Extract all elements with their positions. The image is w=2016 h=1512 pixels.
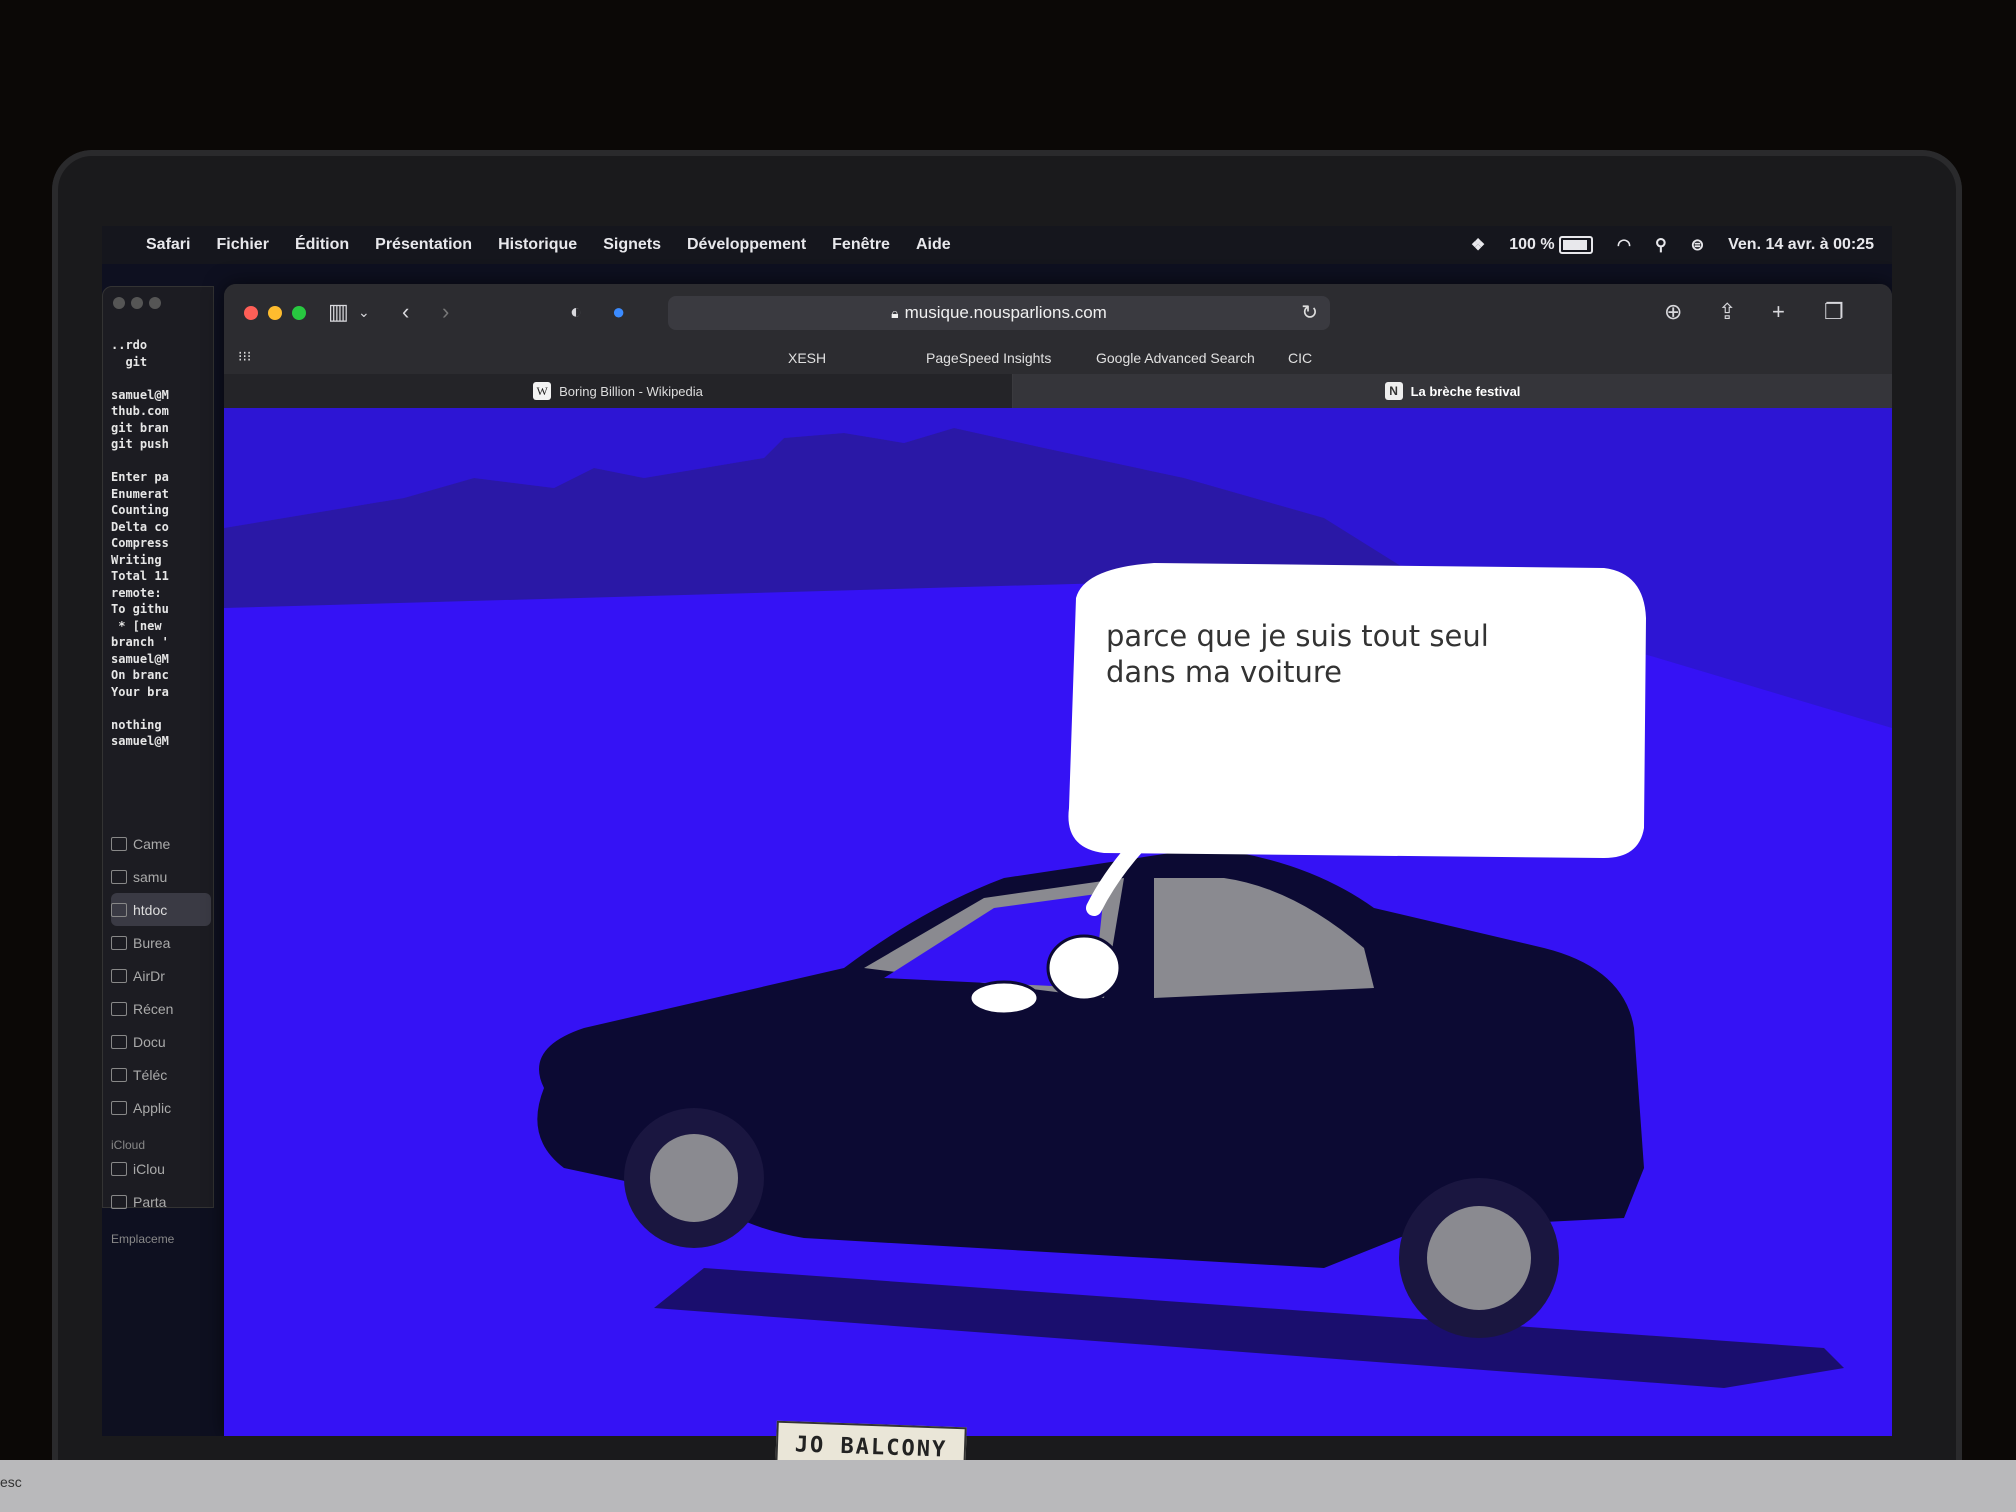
battery-icon — [1559, 235, 1594, 254]
grid-icon[interactable]: ⁝⁝⁝ — [238, 348, 251, 365]
traffic-lights — [244, 306, 306, 320]
finder-item[interactable]: Burea — [111, 926, 211, 959]
shared-folder-icon — [111, 1194, 127, 1209]
reload-icon[interactable]: ↻ — [1301, 300, 1318, 325]
tab-label: La brèche festival — [1410, 383, 1521, 399]
esc-key[interactable]: esc — [0, 1474, 22, 1490]
rear-hubcap — [1427, 1206, 1531, 1310]
speech-bubble — [1068, 563, 1646, 858]
speech-text: parce que je suis tout seul dans ma voit… — [1106, 618, 1526, 690]
menu-aide[interactable]: Aide — [916, 236, 951, 254]
document-icon — [111, 1034, 127, 1049]
share-icon[interactable]: ⇪ — [1718, 300, 1736, 324]
menu-safari[interactable]: Safari — [146, 236, 190, 254]
notion-icon: N — [1384, 382, 1403, 400]
background-terminal-window[interactable]: ..rdo git samuel@M thub.com git bran git… — [102, 286, 214, 1246]
battery-percent: 100 % — [1509, 236, 1555, 254]
window-controls — [113, 297, 161, 309]
back-icon[interactable]: ‹ — [402, 300, 409, 324]
folder-icon — [111, 836, 127, 851]
screen: Safari Fichier Édition Présentation Hist… — [102, 226, 1892, 1436]
finder-item[interactable]: Came — [111, 827, 211, 860]
menu-historique[interactable]: Historique — [498, 236, 577, 254]
speech-line-1: parce que je suis tout seul — [1106, 619, 1489, 653]
illustration — [224, 408, 1892, 1388]
menu-edition[interactable]: Édition — [295, 236, 349, 254]
finder-item[interactable]: iClou — [111, 1152, 211, 1185]
tab-bar: W Boring Billion - Wikipedia N La brèche… — [224, 374, 1892, 408]
minimize-button[interactable] — [268, 306, 282, 320]
wifi-icon[interactable]: ◠ — [1617, 235, 1631, 255]
address-bar[interactable]: 🔒︎ musique.nousparlions.com ↻ — [668, 296, 1330, 330]
driver-arm — [968, 980, 1040, 1016]
finder-section-label: iCloud — [111, 1138, 146, 1152]
airdrop-icon — [111, 968, 127, 983]
keyboard-edge: esc — [0, 1460, 2016, 1512]
finder-item[interactable]: Téléc — [111, 1058, 211, 1091]
new-tab-icon[interactable]: + — [1772, 300, 1785, 324]
lock-icon: 🔒︎ — [891, 304, 899, 321]
menu-developpement[interactable]: Développement — [687, 236, 806, 254]
download-icon — [111, 1067, 127, 1082]
address-text: musique.nousparlions.com — [904, 303, 1107, 322]
finder-sidebar: Came samu htdoc Burea AirDr Récen Docu T… — [111, 827, 211, 1246]
close-button[interactable] — [244, 306, 258, 320]
favorite-link[interactable]: Google Advanced Search — [1096, 350, 1255, 366]
driver — [1046, 934, 1122, 1002]
dropbox-icon[interactable]: ❖ — [1471, 235, 1485, 255]
car-shadow — [654, 1268, 1844, 1388]
search-icon[interactable]: ⚲ — [1655, 235, 1667, 255]
tab-boring-billion[interactable]: W Boring Billion - Wikipedia — [224, 374, 1013, 408]
menu-bar: Safari Fichier Édition Présentation Hist… — [102, 226, 1892, 264]
folder-icon — [111, 902, 127, 917]
menu-signets[interactable]: Signets — [603, 236, 661, 254]
safari-toolbar: ▥ ⌄ ‹ › ◐ ● 🔒︎ musique.nousparlions.com … — [224, 284, 1892, 342]
extension-icon[interactable]: ● — [612, 300, 625, 324]
speech-line-2: dans ma voiture — [1106, 655, 1342, 689]
tab-la-breche-festival[interactable]: N La brèche festival — [1013, 374, 1892, 408]
favorite-link[interactable]: PageSpeed Insights — [926, 350, 1051, 366]
favorite-link[interactable]: CIC — [1288, 350, 1312, 366]
battery-status[interactable]: 100 % — [1509, 235, 1594, 254]
favorites-bar: ⁝⁝⁝ XESH PageSpeed Insights Google Advan… — [224, 342, 1892, 374]
forward-icon[interactable]: › — [442, 300, 449, 324]
finder-section-label: Emplaceme — [111, 1232, 175, 1246]
clock-icon — [111, 1001, 127, 1016]
menu-fenetre[interactable]: Fenêtre — [832, 236, 890, 254]
sidebar-toggle-icon[interactable]: ▥ — [328, 300, 349, 324]
safari-window: ▥ ⌄ ‹ › ◐ ● 🔒︎ musique.nousparlions.com … — [224, 284, 1892, 1436]
finder-item[interactable]: samu — [111, 860, 211, 893]
wikipedia-icon: W — [533, 382, 552, 400]
tab-label: Boring Billion - Wikipedia — [559, 383, 703, 399]
menu-fichier[interactable]: Fichier — [216, 236, 268, 254]
chevron-down-icon[interactable]: ⌄ — [358, 300, 370, 324]
menu-presentation[interactable]: Présentation — [375, 236, 472, 254]
finder-item-selected[interactable]: htdoc — [111, 893, 211, 926]
finder-item[interactable]: Docu — [111, 1025, 211, 1058]
zoom-button[interactable] — [292, 306, 306, 320]
menubar-clock[interactable]: Ven. 14 avr. à 00:25 — [1728, 236, 1874, 254]
finder-item[interactable]: Récen — [111, 992, 211, 1025]
favorite-link[interactable]: XESH — [788, 350, 826, 366]
cloud-icon — [111, 1161, 127, 1176]
terminal-output: ..rdo git samuel@M thub.com git bran git… — [111, 338, 169, 748]
desktop-icon — [111, 935, 127, 950]
finder-item[interactable]: Parta — [111, 1185, 211, 1218]
home-icon — [111, 869, 127, 884]
downloads-icon[interactable]: ⊕ — [1664, 300, 1682, 324]
finder-item[interactable]: Applic — [111, 1091, 211, 1124]
tab-overview-icon[interactable]: ❐ — [1824, 300, 1844, 324]
finder-item[interactable]: AirDr — [111, 959, 211, 992]
front-hubcap — [650, 1134, 738, 1222]
privacy-shield-icon[interactable]: ◐ — [570, 300, 582, 324]
applications-icon — [111, 1100, 127, 1115]
control-center-icon[interactable]: ⊜ — [1691, 235, 1704, 255]
page-content: parce que je suis tout seul dans ma voit… — [224, 408, 1892, 1436]
